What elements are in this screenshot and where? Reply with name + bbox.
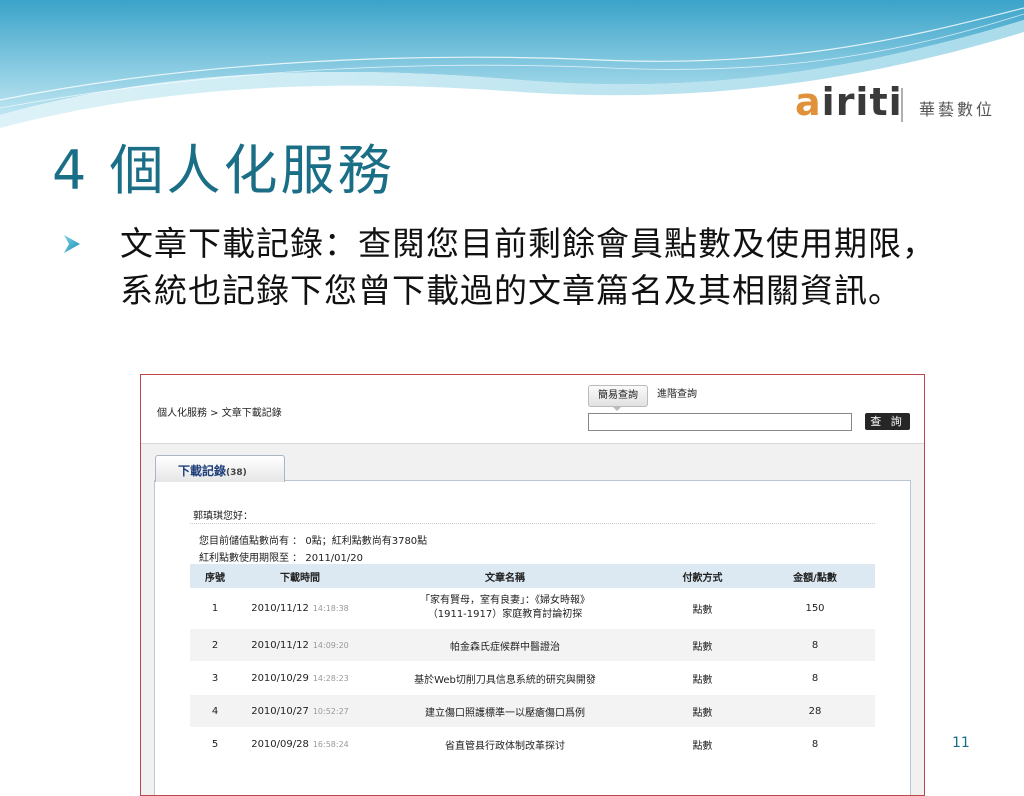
table-row[interactable]: 2 2010/11/12 14:09:20 帕金森氏症候群中醫證治 點數 8 — [190, 628, 875, 662]
col-header-payment: 付款方式 — [650, 564, 755, 588]
cell-time: 2010/10/27 10:52:27 — [240, 694, 360, 728]
download-records-panel: 郭瑱琪您好： 您目前儲值點數尚有 ： 0點；紅利點數尚有3780點 紅利點數使用… — [154, 480, 911, 795]
logo-separator — [901, 88, 903, 122]
article-title-link[interactable]: 省直管县行政体制改革探讨 — [445, 741, 565, 752]
cell-time: 2010/11/12 14:18:38 — [240, 588, 360, 629]
points-balance: 您目前儲值點數尚有 ： 0點；紅利點數尚有3780點 — [199, 536, 428, 547]
cell-time: 2010/11/12 14:09:20 — [240, 628, 360, 662]
bullet-text: 文章下載記錄：查閱您目前剩餘會員點數及使用期限，系統也記錄下您曾下載過的文章篇名… — [120, 224, 936, 310]
cell-no: 3 — [190, 661, 240, 695]
cell-title: 「家有賢母，室有良妻」：《婦女時報》（1911-1917）家庭教育討論初探 — [360, 588, 650, 629]
cell-payment: 點數 — [650, 694, 755, 728]
tab-download-count: (38) — [226, 468, 247, 478]
points-expiry: 紅利點數使用期限至 ： 2011/01/20 — [199, 553, 363, 564]
table-row[interactable]: 3 2010/10/29 14:28:23 基於Web切削刀具信息系統的研究與開發… — [190, 661, 875, 695]
cell-title: 建立傷口照護標準一以壓瘡傷口爲例 — [360, 694, 650, 728]
cell-payment: 點數 — [650, 727, 755, 761]
cell-clock: 14:18:38 — [312, 603, 349, 613]
cell-time: 2010/09/28 16:58:24 — [240, 727, 360, 761]
logo-wordmark: airiti — [795, 80, 903, 124]
airiti-logo: airiti 華藝數位 — [795, 80, 1000, 126]
breadcrumb: 個人化服務 > 文章下載記錄 — [157, 408, 282, 419]
col-header-no: 序號 — [190, 564, 240, 588]
col-header-amount: 金額/點數 — [755, 564, 875, 588]
cell-clock: 14:28:23 — [312, 673, 349, 683]
cell-no: 2 — [190, 628, 240, 662]
cell-payment: 點數 — [650, 588, 755, 629]
table-row[interactable]: 1 2010/11/12 14:18:38 「家有賢母，室有良妻」：《婦女時報》（… — [190, 588, 875, 629]
cell-amount: 8 — [755, 661, 875, 695]
col-header-title: 文章名稱 — [360, 564, 650, 588]
cell-title: 帕金森氏症候群中醫證治 — [360, 628, 650, 662]
cell-date: 2010/11/12 — [251, 602, 309, 614]
cell-payment: 點數 — [650, 661, 755, 695]
tab-pointer-icon — [612, 406, 622, 411]
arrow-bullet-icon — [64, 235, 80, 253]
article-title-link[interactable]: 基於Web切削刀具信息系統的研究與開發 — [414, 675, 596, 686]
cell-date: 2010/11/12 — [251, 639, 309, 651]
embedded-screenshot: 個人化服務 > 文章下載記錄 簡易查詢 進階查詢 查 詢 下載記錄(38) 郭瑱… — [140, 374, 925, 796]
table-header-row: 序號 下載時間 文章名稱 付款方式 金額/點數 — [190, 564, 875, 588]
cell-date: 2010/09/28 — [251, 738, 309, 750]
cell-title: 基於Web切削刀具信息系統的研究與開發 — [360, 661, 650, 695]
cell-clock: 14:09:20 — [312, 640, 349, 650]
col-header-time: 下載時間 — [240, 564, 360, 588]
page-number: 11 — [952, 735, 970, 751]
tab-simple-search[interactable]: 簡易查詢 — [588, 385, 648, 407]
table-row[interactable]: 5 2010/09/28 16:58:24 省直管县行政体制改革探讨 點數 8 — [190, 727, 875, 761]
cell-no: 1 — [190, 588, 240, 629]
cell-amount: 28 — [755, 694, 875, 728]
cell-no: 5 — [190, 727, 240, 761]
cell-title: 省直管县行政体制改革探讨 — [360, 727, 650, 761]
slide-title: 4 個人化服務 — [52, 139, 395, 202]
cell-amount: 8 — [755, 727, 875, 761]
tab-download-records[interactable]: 下載記錄(38) — [155, 455, 285, 482]
tab-download-label: 下載記錄 — [178, 464, 227, 478]
article-title-link[interactable]: 帕金森氏症候群中醫證治 — [450, 642, 560, 653]
embedded-header: 個人化服務 > 文章下載記錄 簡易查詢 進階查詢 查 詢 — [141, 375, 924, 444]
download-table: 序號 下載時間 文章名稱 付款方式 金額/點數 1 2010/11/12 14:1… — [190, 564, 875, 761]
cell-date: 2010/10/27 — [251, 705, 309, 717]
cell-date: 2010/10/29 — [251, 672, 309, 684]
tab-advanced-search[interactable]: 進階查詢 — [657, 385, 697, 405]
cell-amount: 8 — [755, 628, 875, 662]
article-title-link[interactable]: 建立傷口照護標準一以壓瘡傷口爲例 — [425, 708, 585, 719]
user-greeting: 郭瑱琪您好： — [193, 511, 253, 522]
logo-chinese-name: 華藝數位 — [919, 100, 996, 119]
divider — [190, 523, 875, 524]
article-title-link[interactable]: 「家有賢母，室有良妻」：《婦女時報》（1911-1917）家庭教育討論初探 — [405, 594, 605, 622]
cell-time: 2010/10/29 14:28:23 — [240, 661, 360, 695]
table-row[interactable]: 4 2010/10/27 10:52:27 建立傷口照護標準一以壓瘡傷口爲例 點數… — [190, 694, 875, 728]
cell-clock: 10:52:27 — [312, 706, 349, 716]
cell-no: 4 — [190, 694, 240, 728]
cell-amount: 150 — [755, 588, 875, 629]
search-input[interactable] — [588, 413, 852, 431]
search-button[interactable]: 查 詢 — [865, 413, 910, 430]
cell-payment: 點數 — [650, 628, 755, 662]
cell-clock: 16:58:24 — [312, 739, 349, 749]
